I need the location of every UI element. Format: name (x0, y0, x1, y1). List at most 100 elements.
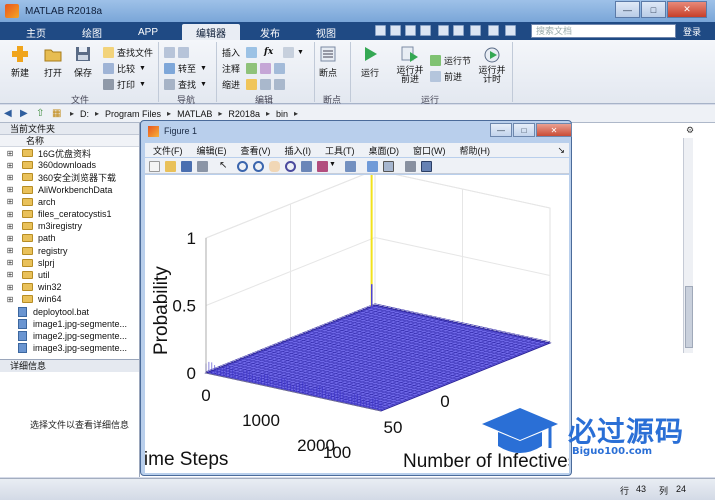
expand-icon[interactable]: ⊞ (5, 149, 15, 158)
save-figure-icon[interactable] (181, 161, 192, 172)
menu-view[interactable]: 查看(V) (241, 144, 271, 157)
quick-cut-icon[interactable] (390, 25, 401, 36)
vertical-scrollbar[interactable] (683, 138, 693, 353)
expand-icon[interactable]: ⊞ (5, 173, 15, 182)
rotate-3d-icon[interactable] (285, 161, 296, 172)
file-row[interactable]: image2.jpg-segmente... (0, 330, 139, 342)
folder-row[interactable]: ⊞ registry (0, 245, 139, 257)
new-figure-icon[interactable] (149, 161, 160, 172)
panel-options-icon[interactable]: ⚙ (686, 125, 696, 135)
goto-button[interactable]: 转至 ▼ (164, 62, 207, 74)
insert-tools[interactable]: ▼ (283, 46, 304, 58)
print-button[interactable]: 打印 ▼ (103, 78, 146, 90)
pan-hand-icon[interactable] (269, 161, 280, 172)
minimize-button[interactable]: — (615, 1, 640, 18)
figure-maximize-button[interactable]: □ (513, 123, 535, 137)
forward-arrow-icon[interactable]: ▶ (20, 108, 32, 119)
back-arrow-icon[interactable]: ◀ (4, 108, 16, 119)
zoom-out-icon[interactable] (253, 161, 264, 172)
expand-icon[interactable]: ⊞ (5, 161, 15, 170)
expand-icon[interactable]: ⊞ (5, 283, 15, 292)
expand-icon[interactable]: ⊞ (5, 222, 15, 231)
data-cursor-icon[interactable] (301, 161, 312, 172)
advance-button[interactable]: 前进 (430, 70, 462, 82)
brush-icon[interactable] (317, 161, 328, 172)
menu-help[interactable]: 帮助(H) (460, 144, 491, 157)
quick-paste-icon[interactable] (420, 25, 431, 36)
help-icon[interactable] (488, 25, 499, 36)
up-folder-icon[interactable]: ⇧ (36, 108, 48, 119)
menu-desktop[interactable]: 桌面(D) (369, 144, 400, 157)
save-button[interactable]: 保存 (73, 44, 93, 79)
run-advance-button[interactable]: 运行并前进 (394, 44, 426, 84)
breadcrumb-release[interactable]: R2018a (228, 109, 260, 119)
redo-icon[interactable] (453, 25, 464, 36)
tab-view[interactable]: 视图 (304, 24, 348, 40)
figure-close-button[interactable]: ✕ (536, 123, 572, 137)
legend-icon[interactable] (383, 161, 394, 172)
folder-row[interactable]: ⊞ AliWorkbenchData (0, 184, 139, 196)
insert-button[interactable]: 插入 (222, 46, 260, 58)
expand-icon[interactable]: ⊞ (5, 258, 15, 267)
customize-toolbar-icon[interactable] (505, 25, 516, 36)
folder-row[interactable]: ⊞ path (0, 232, 139, 244)
name-column-header[interactable]: 名称 (0, 135, 139, 147)
menu-edit[interactable]: 编辑(E) (197, 144, 227, 157)
file-row[interactable]: deploytool.bat (0, 305, 139, 317)
tab-editor[interactable]: 编辑器 (182, 24, 240, 40)
open-file-icon[interactable] (165, 161, 176, 172)
print-figure-icon[interactable] (197, 161, 208, 172)
menu-tools[interactable]: 工具(T) (325, 144, 355, 157)
search-documentation-input[interactable]: 搜索文档 (531, 24, 676, 38)
menu-insert[interactable]: 插入(I) (285, 144, 312, 157)
tab-publish[interactable]: 发布 (248, 24, 292, 40)
menu-file[interactable]: 文件(F) (153, 144, 183, 157)
nav-back-forward[interactable] (164, 46, 192, 58)
folder-row[interactable]: ⊞ util (0, 269, 139, 281)
comment-button[interactable]: 注释 (222, 62, 288, 74)
figure-minimize-button[interactable]: — (490, 123, 512, 137)
folder-row[interactable]: ⊞ win32 (0, 281, 139, 293)
file-row[interactable]: image1.jpg-segmente... (0, 318, 139, 330)
switch-windows-icon[interactable] (470, 25, 481, 36)
folder-row[interactable]: ⊞ slprj (0, 257, 139, 269)
quick-copy-icon[interactable] (405, 25, 416, 36)
hide-plot-tools-icon[interactable] (405, 161, 416, 172)
link-plot-icon[interactable] (345, 161, 356, 172)
expand-icon[interactable]: ⊞ (5, 197, 15, 206)
show-plot-tools-icon[interactable] (421, 161, 432, 172)
close-button[interactable]: ✕ (667, 1, 707, 18)
run-and-time-button[interactable]: 运行并计时 (476, 44, 508, 84)
find-files-button[interactable]: 查找文件 (103, 46, 153, 58)
maximize-button[interactable]: □ (641, 1, 666, 18)
folder-row[interactable]: ⊞ 360downloads (0, 159, 139, 171)
dropdown-arrow-icon[interactable]: ▼ (329, 161, 340, 172)
new-button[interactable]: 新建 (10, 44, 30, 79)
run-button[interactable]: 运行 (360, 44, 380, 79)
insert-function-button[interactable]: fx (264, 46, 273, 58)
expand-icon[interactable]: ⊞ (5, 295, 15, 304)
undo-icon[interactable] (438, 25, 449, 36)
figure-title-bar[interactable]: Figure 1 — □ ✕ (141, 121, 572, 141)
tab-home[interactable]: 主页 (14, 24, 58, 40)
tab-plots[interactable]: 绘图 (70, 24, 114, 40)
colorbar-icon[interactable] (367, 161, 378, 172)
expand-icon[interactable]: ⊞ (5, 246, 15, 255)
expand-icon[interactable]: ⊞ (5, 270, 15, 279)
find-button[interactable]: 查找 ▼ (164, 78, 207, 90)
breadcrumb-program-files[interactable]: Program Files (105, 109, 161, 119)
expand-icon[interactable]: ⊞ (5, 185, 15, 194)
breadcrumb-bin[interactable]: bin (276, 109, 288, 119)
folder-row[interactable]: ⊞ m3iregistry (0, 220, 139, 232)
menu-window[interactable]: 窗口(W) (413, 144, 446, 157)
run-section-button[interactable]: 运行节 (430, 54, 471, 66)
folder-row[interactable]: ⊞ 16G优盘资料 (0, 147, 139, 159)
compare-button[interactable]: 比较 ▼ (103, 62, 146, 74)
breakpoints-button[interactable]: 断点 (318, 44, 338, 79)
folder-row[interactable]: ⊞ 360安全浏览器下载 (0, 171, 139, 183)
menu-dock-icon[interactable]: ↘ (557, 145, 565, 156)
breadcrumb-matlab[interactable]: MATLAB (177, 109, 212, 119)
indent-button[interactable]: 缩进 (222, 78, 288, 90)
expand-icon[interactable]: ⊞ (5, 234, 15, 243)
folder-row[interactable]: ⊞ win64 (0, 293, 139, 305)
